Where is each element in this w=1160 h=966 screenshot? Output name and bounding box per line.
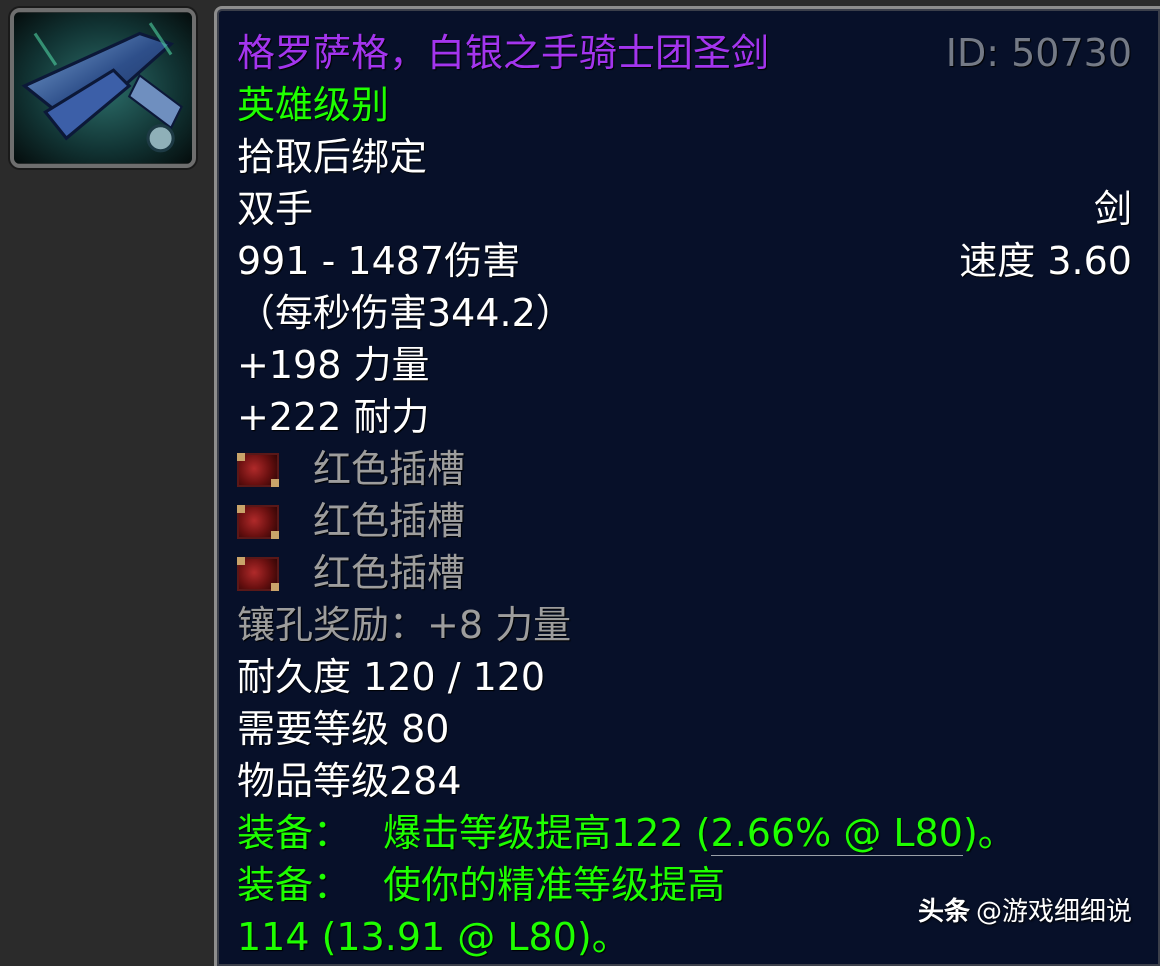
item-damage: 991 - 1487伤害 [237, 239, 521, 283]
watermark: 头条 @游戏细细说 [918, 891, 1132, 928]
stat-stamina: +222 耐力 [237, 395, 430, 439]
equip-prefix: 装备： [237, 863, 352, 907]
socket-bonus: 镶孔奖励：+8 力量 [237, 603, 572, 647]
equip-suffix: )。 [962, 811, 1016, 855]
required-level: 需要等级 80 [237, 707, 450, 751]
socket-row[interactable]: 红色插槽 [237, 443, 1132, 495]
item-header-row: 格罗萨格，白银之手骑士团圣剑 ID: 50730 [237, 27, 1132, 79]
item-dps: （每秒伤害344.2） [237, 291, 574, 335]
item-tooltip: 格罗萨格，白银之手骑士团圣剑 ID: 50730 英雄级别 拾取后绑定 双手 剑… [214, 6, 1160, 966]
socket-label: 红色插槽 [313, 499, 466, 543]
stat-strength: +198 力量 [237, 343, 430, 387]
item-weapon-type: 剑 [1093, 187, 1132, 231]
item-id: ID: 50730 [945, 31, 1132, 75]
equip-text: 使你的精准等级提高 [383, 863, 726, 907]
socket-row[interactable]: 红色插槽 [237, 495, 1132, 547]
item-durability: 耐久度 120 / 120 [237, 655, 546, 699]
item-icon-frame[interactable] [10, 8, 196, 168]
item-slot: 双手 [237, 187, 314, 231]
watermark-brand: 头条 [917, 897, 970, 927]
red-socket-icon [237, 557, 279, 591]
sword-icon [14, 12, 192, 164]
red-socket-icon [237, 453, 279, 487]
item-slot-row: 双手 剑 [237, 183, 1132, 235]
item-name[interactable]: 格罗萨格，白银之手骑士团圣剑 [237, 31, 769, 75]
red-socket-icon [237, 505, 279, 539]
item-quality: 英雄级别 [237, 83, 390, 127]
item-speed: 速度 3.60 [959, 239, 1132, 283]
socket-label: 红色插槽 [313, 447, 466, 491]
item-damage-row: 991 - 1487伤害 速度 3.60 [237, 235, 1132, 287]
socket-row[interactable]: 红色插槽 [237, 547, 1132, 599]
socket-label: 红色插槽 [313, 551, 466, 595]
watermark-author: @游戏细细说 [975, 897, 1132, 927]
equip-prefix: 装备： [237, 811, 352, 855]
equip-text: 爆击等级提高122 ( [383, 811, 711, 855]
item-binding: 拾取后绑定 [237, 135, 428, 179]
equip-value: 2.66% @ L80 [710, 811, 963, 856]
item-level: 物品等级284 [237, 759, 462, 803]
equip-effect-crit: 装备： 爆击等级提高122 (2.66% @ L80)。 [237, 807, 1132, 859]
